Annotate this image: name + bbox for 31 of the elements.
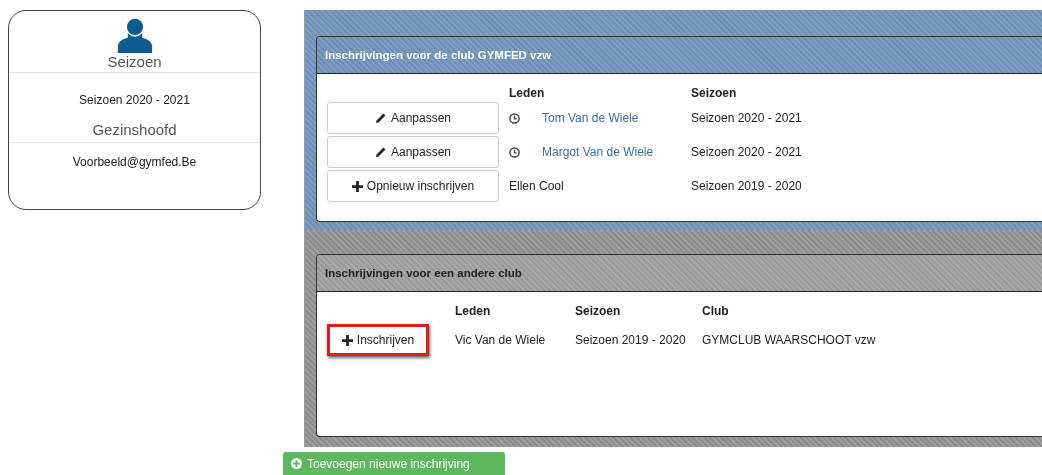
season-cell-text: Seizoen 2020 - 2021 xyxy=(691,145,803,159)
season-text: Seizoen 2020 - 2021 xyxy=(78,92,191,107)
role-text: Gezinshoofd xyxy=(9,107,260,143)
column-header: Seizoen xyxy=(691,86,738,100)
member-name: Vic Van de Wiele xyxy=(455,333,547,347)
column-header: Club xyxy=(702,304,730,318)
email-text: Voorbeeld@gymfed.Be xyxy=(71,154,198,169)
register-button[interactable]: Inschrijven xyxy=(327,324,429,356)
column-header: Leden xyxy=(455,304,492,318)
clock-icon xyxy=(509,146,520,158)
card-title: Seizoen xyxy=(107,53,162,70)
season-cell-text: Seizoen 2019 - 2020 xyxy=(691,179,803,193)
panel-header: Inschrijvingen voor een andere club xyxy=(317,255,1042,292)
member-link[interactable]: Tom Van de Wiele xyxy=(542,111,639,125)
member-name: Ellen Cool xyxy=(509,179,564,193)
clock-icon xyxy=(509,112,520,124)
column-header: Leden xyxy=(509,86,546,100)
plus-icon xyxy=(341,334,353,346)
plus-icon xyxy=(351,180,363,192)
season-cell-text: Seizoen 2020 - 2021 xyxy=(691,111,803,125)
plus-circle-icon xyxy=(291,458,302,469)
pencil-icon xyxy=(374,146,387,158)
row-button[interactable]: Opnieuw inschrijven xyxy=(327,170,499,202)
row-button[interactable]: Aanpassen xyxy=(327,136,499,168)
panel-header: Inschrijvingen voor de club GYMFED vzw xyxy=(317,37,1042,74)
club-cell-text: GYMCLUB WAARSCHOOT vzw xyxy=(702,333,877,347)
column-header: Seizoen xyxy=(575,304,622,318)
row-button[interactable]: Aanpassen xyxy=(327,102,499,134)
season-cell-text: Seizoen 2019 - 2020 xyxy=(575,333,687,347)
member-link[interactable]: Margot Van de Wiele xyxy=(542,145,654,159)
pencil-icon xyxy=(374,112,387,124)
